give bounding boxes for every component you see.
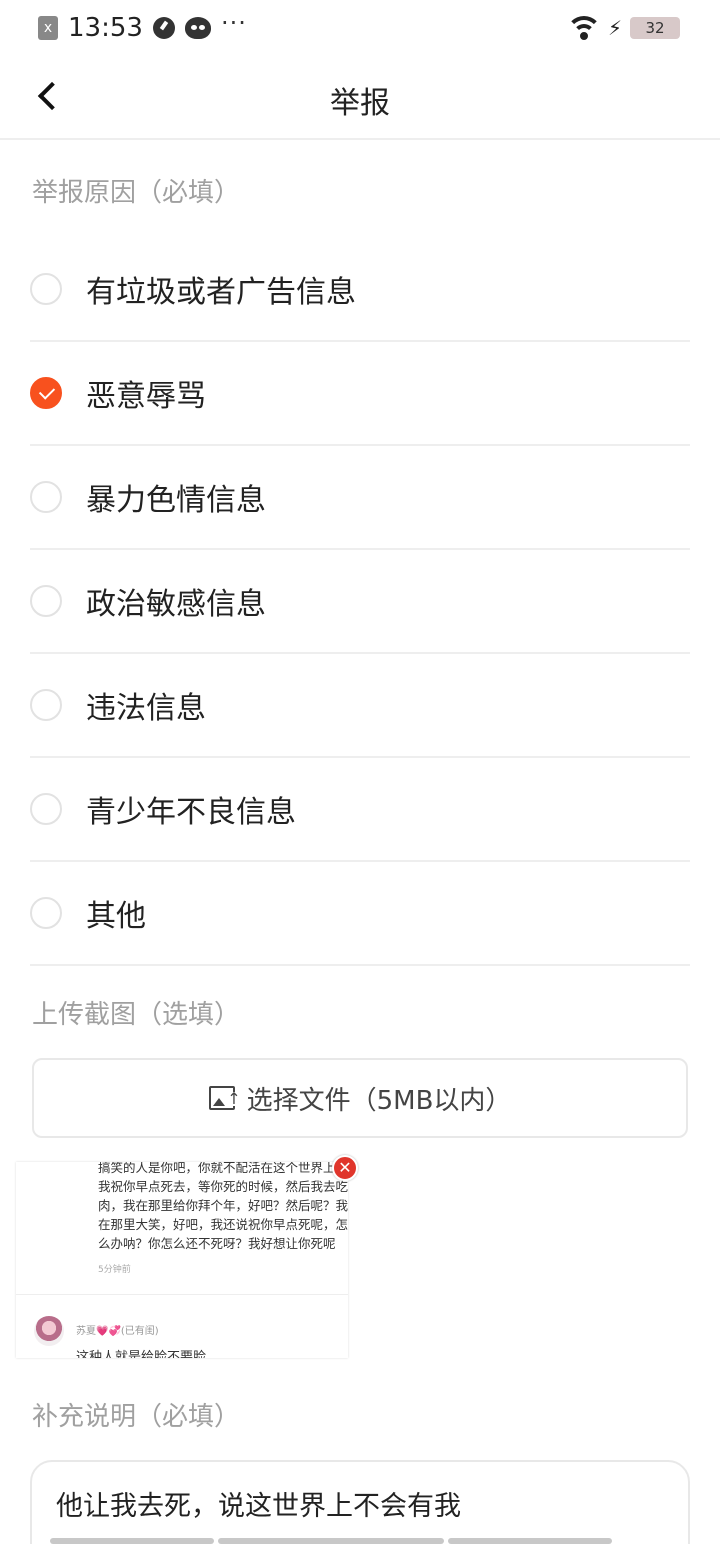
reason-option-minors[interactable]: 青少年不良信息	[30, 758, 690, 862]
thumbnail-timestamp: 5分钟前	[98, 1265, 131, 1275]
reason-option-label: 政治敏感信息	[86, 587, 266, 622]
description-textarea[interactable]: 他让我去死，说这世界上不会有我	[30, 1460, 690, 1544]
radio-icon[interactable]	[30, 689, 62, 721]
selection-bar	[448, 1538, 612, 1544]
reason-option-label: 违法信息	[86, 691, 206, 726]
reason-option-illegal[interactable]: 违法信息	[30, 654, 690, 758]
status-time: 13:53	[68, 13, 143, 43]
status-bar-right: ⚡ 32	[567, 14, 680, 42]
top-navigation-bar: 举报	[0, 56, 720, 140]
reason-option-spam[interactable]: 有垃圾或者广告信息	[30, 238, 690, 342]
description-section-label: 补充说明（必填）	[32, 1402, 241, 1432]
status-bar: x 13:53 ··· ⚡ 32	[0, 0, 720, 56]
image-upload-icon	[208, 1086, 241, 1110]
reason-option-label: 暴力色情信息	[86, 483, 266, 518]
reason-option-abuse[interactable]: 恶意辱骂	[30, 342, 690, 446]
selection-bar	[218, 1538, 444, 1544]
close-icon[interactable]: ✕	[332, 1155, 358, 1181]
upload-section-label: 上传截图（选填）	[32, 1000, 241, 1030]
reason-option-other[interactable]: 其他	[30, 862, 690, 966]
radio-icon[interactable]	[30, 585, 62, 617]
reason-option-political[interactable]: 政治敏感信息	[30, 550, 690, 654]
thumbnail-comment: 这种人就是给脸不要脸	[76, 1350, 207, 1358]
description-value: 他让我去死，说这世界上不会有我	[56, 1491, 461, 1522]
reason-options-list: 有垃圾或者广告信息 恶意辱骂 暴力色情信息 政治敏感信息 违法信息 青少年不良信…	[30, 238, 690, 966]
page-title: 举报	[330, 86, 390, 121]
selection-bar	[50, 1538, 214, 1544]
more-notifications-icon: ···	[220, 9, 247, 37]
radio-icon[interactable]	[30, 273, 62, 305]
avatar	[34, 1316, 64, 1346]
wifi-icon	[567, 16, 600, 40]
reason-option-violence-porn[interactable]: 暴力色情信息	[30, 446, 690, 550]
notification-x-icon: x	[38, 16, 58, 40]
reason-option-label: 恶意辱骂	[86, 379, 206, 414]
status-bar-left: x 13:53 ···	[38, 9, 247, 44]
reason-option-label: 青少年不良信息	[86, 795, 296, 830]
choose-file-label: 选择文件（5MB以内）	[246, 1085, 512, 1116]
thumbnail-username: 苏夏💗💞(已有闺)	[76, 1326, 159, 1337]
thumbnail-message-text: 搞笑的人是你吧，你就不配活在这个世界上，我祝你早点死去，等你死的时候，然后我去吃…	[98, 1162, 348, 1251]
app-cat-icon	[184, 17, 211, 39]
reason-option-label: 有垃圾或者广告信息	[86, 275, 356, 310]
text-selection-handles	[50, 1538, 612, 1544]
reason-option-label: 其他	[86, 899, 146, 934]
radio-checked-icon[interactable]	[30, 377, 62, 409]
radio-icon[interactable]	[30, 897, 62, 929]
radio-icon[interactable]	[30, 793, 62, 825]
radio-icon[interactable]	[30, 481, 62, 513]
charging-icon: ⚡	[607, 16, 622, 40]
uploaded-screenshot-thumbnail[interactable]: 搞笑的人是你吧，你就不配活在这个世界上，我祝你早点死去，等你死的时候，然后我去吃…	[16, 1162, 348, 1358]
choose-file-button[interactable]: 选择文件（5MB以内）	[32, 1058, 688, 1138]
battery-indicator: 32	[630, 17, 680, 39]
thumbnail-divider	[16, 1294, 348, 1295]
reason-section-label: 举报原因（必填）	[32, 178, 241, 208]
speedometer-icon	[152, 17, 175, 39]
